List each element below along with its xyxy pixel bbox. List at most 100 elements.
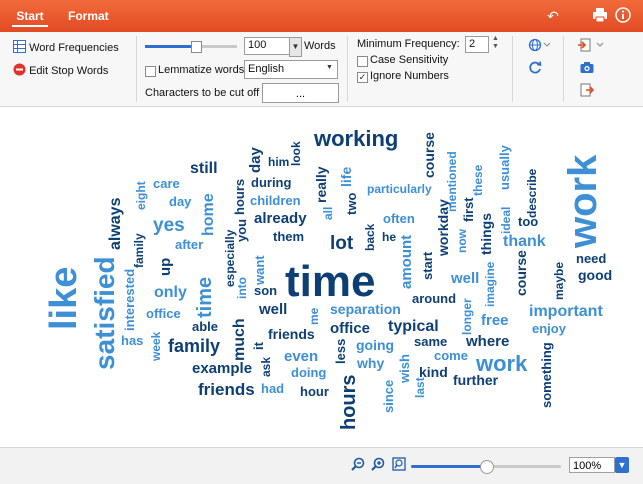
max-words-slider-thumb[interactable] xyxy=(190,41,202,53)
ignore-numbers-label: Ignore Numbers xyxy=(370,70,449,82)
cloud-word: work xyxy=(561,154,605,249)
cloud-word: typical xyxy=(388,318,439,335)
edit-stop-words-button[interactable]: Edit Stop Words xyxy=(13,63,108,77)
cloud-word: care xyxy=(153,176,180,191)
cloud-word: ask xyxy=(259,357,273,377)
cloud-word: had xyxy=(261,381,284,396)
cloud-word: still xyxy=(190,160,218,177)
max-words-slider-fill xyxy=(145,45,196,48)
zoom-out-icon[interactable] xyxy=(350,457,366,473)
zoom-level-field[interactable]: 100% xyxy=(569,457,615,473)
cloud-word: imagine xyxy=(483,261,497,307)
cloud-word: particularly xyxy=(367,182,432,196)
cloud-word: why xyxy=(356,355,384,371)
word-frequencies-button[interactable]: Word Frequencies xyxy=(13,40,119,54)
cloud-word: son xyxy=(254,283,277,298)
cloud-word: hour xyxy=(300,384,329,399)
ribbon-divider xyxy=(563,36,564,102)
cloud-word: separation xyxy=(330,301,401,317)
cloud-word: things xyxy=(478,213,494,255)
language-value: English xyxy=(248,63,285,75)
cloud-word: example xyxy=(192,360,252,377)
cloud-word: first xyxy=(461,197,476,222)
zoom-slider-thumb[interactable] xyxy=(480,460,494,474)
cloud-word: during xyxy=(251,175,291,190)
chars-cut-button[interactable]: ... xyxy=(262,83,339,103)
max-words-dropdown-icon[interactable]: ▼ xyxy=(289,37,302,57)
cloud-word: family xyxy=(132,233,146,268)
cloud-word: come xyxy=(434,348,468,363)
cloud-word: going xyxy=(356,337,394,353)
cloud-word: after xyxy=(175,237,203,252)
language-select[interactable]: English ▼ xyxy=(244,60,338,79)
cloud-word: even xyxy=(284,348,318,365)
cloud-word: friends xyxy=(198,380,255,399)
cloud-word: usually xyxy=(497,144,512,190)
cloud-word: well xyxy=(450,270,479,287)
cloud-word: good xyxy=(578,267,612,283)
cloud-word: week xyxy=(149,331,163,362)
language-globe-icon[interactable] xyxy=(528,38,551,57)
refresh-icon[interactable] xyxy=(528,61,542,80)
max-words-input[interactable]: 100 xyxy=(244,37,290,55)
cloud-word: back xyxy=(363,223,377,251)
cloud-word: life xyxy=(338,167,354,187)
max-words-slider[interactable] xyxy=(145,41,237,53)
zoom-in-icon[interactable] xyxy=(370,457,386,473)
cloud-word: longer xyxy=(460,298,474,335)
cloud-word: office xyxy=(330,320,370,337)
word-cloud-canvas: time like work satisfied working hours work fam… xyxy=(0,107,643,447)
cloud-word: same xyxy=(414,334,447,349)
cloud-word: children xyxy=(250,193,301,208)
cloud-word: look xyxy=(289,141,303,166)
cloud-word: family xyxy=(168,336,220,356)
info-icon[interactable] xyxy=(614,7,632,27)
zoom-level-value: 100% xyxy=(573,460,602,472)
cloud-word: doing xyxy=(291,365,326,380)
zoom-slider[interactable] xyxy=(411,460,561,474)
print-icon[interactable] xyxy=(591,7,609,27)
export-icon[interactable] xyxy=(580,83,595,102)
cloud-word: ideal xyxy=(499,207,513,234)
fit-to-window-icon[interactable] xyxy=(391,457,407,473)
cloud-word: into xyxy=(235,277,249,299)
cloud-word: me xyxy=(307,307,321,325)
camera-icon[interactable] xyxy=(580,61,594,79)
cloud-word: further xyxy=(453,372,499,388)
min-frequency-value: 2 xyxy=(469,38,476,50)
cloud-word: like xyxy=(43,267,85,330)
cloud-word: yes xyxy=(153,215,185,236)
cloud-word: something xyxy=(539,342,554,408)
lemmatize-label: Lemmatize words xyxy=(158,64,245,76)
min-frequency-stepper[interactable]: ▲ ▼ xyxy=(492,35,499,51)
status-bar: 100% ▼ xyxy=(0,447,643,484)
cloud-word: hours xyxy=(232,179,247,215)
cloud-word: course xyxy=(513,250,529,296)
ribbon-tab-bar: Start Format ↶ xyxy=(0,0,643,32)
cloud-word: day xyxy=(247,146,264,173)
cloud-word: now xyxy=(455,228,469,253)
tab-format[interactable]: Format xyxy=(68,0,109,32)
undo-icon[interactable]: ↶ xyxy=(544,7,562,25)
cloud-word: hours xyxy=(338,374,360,430)
zoom-chevron-down-icon[interactable]: ▼ xyxy=(615,457,629,473)
ribbon-divider xyxy=(512,36,513,102)
cloud-word: wish xyxy=(397,354,412,384)
case-sensitivity-checkbox[interactable] xyxy=(357,56,368,67)
cloud-word: satisfied xyxy=(89,256,120,370)
lemmatize-checkbox[interactable] xyxy=(145,66,156,77)
cloud-word: you xyxy=(234,219,249,242)
cloud-word: mentioned xyxy=(445,151,459,212)
cloud-word: free xyxy=(481,312,509,329)
ignore-numbers-checkbox[interactable]: ✓ xyxy=(357,72,368,83)
cloud-word: often xyxy=(383,211,415,226)
cloud-word: able xyxy=(192,319,218,334)
language-chevron-down-icon: ▼ xyxy=(326,64,333,71)
chars-cut-label: Characters to be cut off xyxy=(145,87,260,99)
tab-start[interactable]: Start xyxy=(6,0,54,32)
cloud-word: already xyxy=(254,210,307,227)
cloud-word: well xyxy=(258,301,287,318)
min-frequency-input[interactable]: 2 xyxy=(465,36,489,53)
import-icon[interactable] xyxy=(578,38,604,57)
cloud-word: them xyxy=(273,229,304,244)
